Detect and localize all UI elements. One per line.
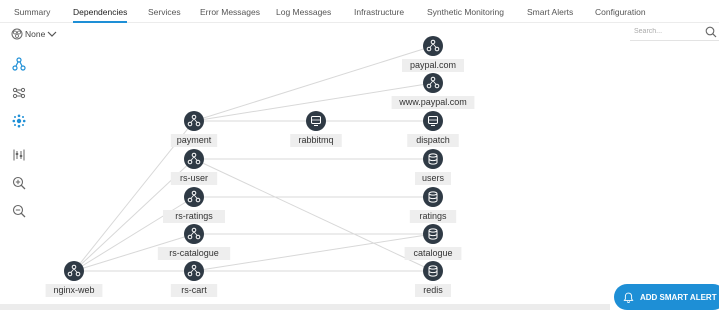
node-label: rs-user <box>180 173 208 183</box>
node-label: nginx-web <box>53 285 94 295</box>
node-circle <box>184 149 204 169</box>
node-circle <box>184 111 204 131</box>
node-circle <box>423 187 443 207</box>
node-label: rs-ratings <box>175 211 213 221</box>
node-label: rs-cart <box>181 285 207 295</box>
node-catalogue[interactable]: catalogue <box>404 224 462 260</box>
node-circle <box>64 261 84 281</box>
bell-icon <box>623 292 634 303</box>
add-smart-alert-button[interactable]: ADD SMART ALERT <box>614 284 719 310</box>
node-rabbitmq[interactable]: rabbitmq <box>290 111 342 147</box>
edge-payment-paypal-com[interactable] <box>193 45 434 122</box>
node-label: redis <box>423 285 443 295</box>
node-redis[interactable]: redis <box>415 261 451 297</box>
node-circle <box>184 187 204 207</box>
node-circle <box>423 111 443 131</box>
node-circle <box>423 73 443 93</box>
node-label: dispatch <box>416 135 450 145</box>
node-ratings[interactable]: ratings <box>409 187 457 223</box>
node-circle <box>423 261 443 281</box>
node-circle <box>423 36 443 56</box>
node-label: rabbitmq <box>298 135 333 145</box>
node-circle <box>423 149 443 169</box>
node-rs-ratings[interactable]: rs-ratings <box>163 187 225 223</box>
node-paypal-com[interactable]: paypal.com <box>402 36 464 72</box>
node-circle <box>306 111 326 131</box>
node-label: payment <box>177 135 212 145</box>
node-label: paypal.com <box>410 60 456 70</box>
dependency-graph[interactable]: paypal.com www.paypal.com payment rabbitmq d… <box>0 0 719 310</box>
node-dispatch[interactable]: dispatch <box>407 111 459 147</box>
node-www-paypal-com[interactable]: www.paypal.com <box>391 73 475 109</box>
node-users[interactable]: users <box>415 149 451 185</box>
node-rs-cart[interactable]: rs-cart <box>170 261 218 297</box>
node-circle <box>184 224 204 244</box>
node-label: ratings <box>419 211 447 221</box>
node-nginx-web[interactable]: nginx-web <box>45 261 103 297</box>
node-circle <box>423 224 443 244</box>
node-label: users <box>422 173 445 183</box>
add-smart-alert-label: ADD SMART ALERT <box>640 292 717 302</box>
node-label: catalogue <box>413 248 452 258</box>
node-label: rs-catalogue <box>169 248 219 258</box>
scrollbar-track[interactable] <box>0 304 610 310</box>
node-label: www.paypal.com <box>398 97 467 107</box>
node-circle <box>184 261 204 281</box>
